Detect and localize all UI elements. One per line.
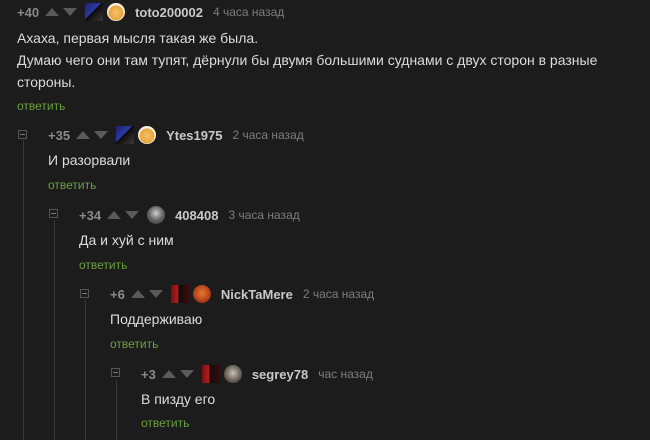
avatar[interactable] — [147, 206, 166, 224]
comment-header: +34 408408 3 часа назад — [79, 205, 300, 225]
avatar[interactable] — [192, 285, 211, 303]
avatar[interactable] — [223, 365, 242, 383]
comment-header: +3 segrey78 час назад — [141, 364, 373, 384]
comment-time[interactable]: 2 часа назад — [303, 287, 374, 301]
username[interactable]: 408408 — [175, 208, 218, 223]
award-badge-icon — [170, 285, 189, 303]
comment-header: +6 NickTaMere 2 часа назад — [110, 284, 374, 304]
comment-text-line: Ахаха, первая мысля такая же была. — [17, 30, 259, 46]
thread-line — [54, 220, 55, 440]
username[interactable]: Ytes1975 — [166, 128, 222, 143]
thread-line — [116, 380, 117, 440]
comment-time[interactable]: 2 часа назад — [232, 128, 303, 142]
thread-line — [23, 140, 24, 440]
downvote-arrow-icon[interactable] — [148, 290, 163, 298]
avatar[interactable] — [138, 126, 157, 144]
award-badge-icon — [116, 126, 135, 144]
upvote-arrow-icon[interactable] — [130, 290, 145, 298]
comment-header: +35 Ytes1975 2 часа назад — [48, 125, 304, 145]
downvote-arrow-icon[interactable] — [125, 211, 140, 219]
comment-header: +40 toto200002 4 часа назад — [17, 2, 284, 22]
username[interactable]: NickTaMere — [221, 287, 293, 302]
comment-text-line: Думаю чего они там тупят, дёрнули бы дву… — [17, 52, 598, 68]
collapse-thread-button[interactable] — [18, 130, 27, 139]
username[interactable]: toto200002 — [135, 5, 203, 20]
thread-line — [85, 300, 86, 440]
comment-text-line: В пизду его — [141, 391, 216, 407]
comment-rating: +34 — [79, 207, 102, 223]
award-badge-icon — [85, 3, 104, 21]
collapse-thread-button[interactable] — [111, 368, 120, 377]
reply-link[interactable]: ответить — [48, 178, 96, 192]
collapse-thread-button[interactable] — [80, 289, 89, 298]
reply-link[interactable]: ответить — [141, 416, 189, 430]
downvote-arrow-icon[interactable] — [63, 8, 78, 16]
award-badge-icon — [201, 365, 220, 383]
comment-text-line: Да и хуй с ним — [79, 232, 174, 248]
upvote-arrow-icon[interactable] — [107, 211, 122, 219]
comment-time[interactable]: 4 часа назад — [213, 5, 284, 19]
upvote-arrow-icon[interactable] — [45, 8, 60, 16]
reply-link[interactable]: ответить — [17, 99, 65, 113]
comment-time[interactable]: час назад — [318, 367, 373, 381]
comment-text-line: И разорвали — [48, 152, 131, 168]
downvote-arrow-icon[interactable] — [179, 370, 194, 378]
reply-link[interactable]: ответить — [110, 337, 158, 351]
upvote-arrow-icon[interactable] — [76, 131, 91, 139]
comment-rating: +40 — [17, 4, 40, 20]
comment-time[interactable]: 3 часа назад — [228, 208, 299, 222]
comment-rating: +35 — [48, 127, 71, 143]
downvote-arrow-icon[interactable] — [94, 131, 109, 139]
comment-rating: +6 — [110, 286, 125, 302]
comment-text-line: Поддерживаю — [110, 311, 203, 327]
username[interactable]: segrey78 — [252, 367, 308, 382]
reply-link[interactable]: ответить — [79, 258, 127, 272]
upvote-arrow-icon[interactable] — [161, 370, 176, 378]
comment-text-line: стороны. — [17, 74, 76, 90]
comment-rating: +3 — [141, 366, 156, 382]
avatar[interactable] — [107, 3, 126, 21]
collapse-thread-button[interactable] — [49, 209, 58, 218]
